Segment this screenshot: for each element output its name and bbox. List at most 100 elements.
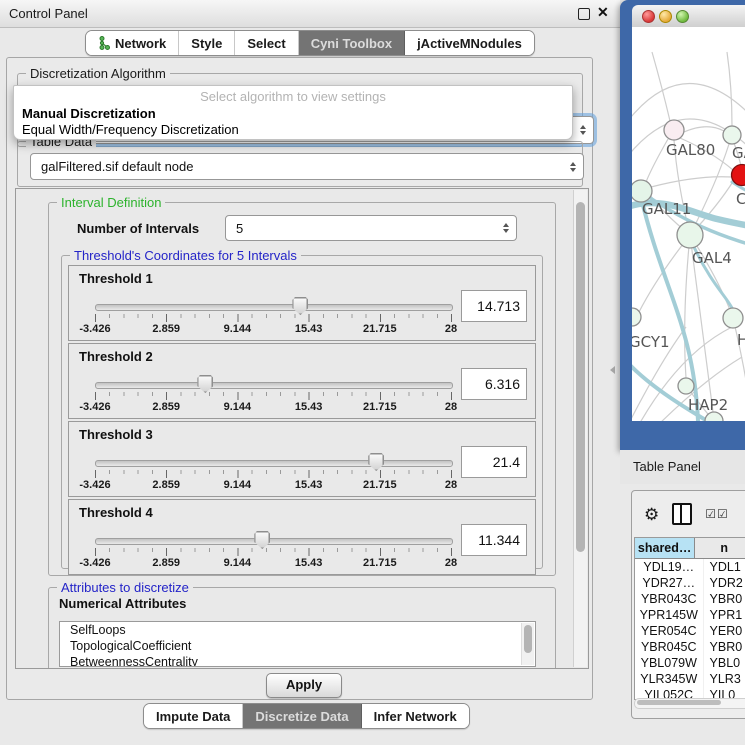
slider-thumb[interactable] [254, 531, 270, 549]
cell-name[interactable]: YER0 [704, 623, 745, 639]
table-row[interactable]: YBR045CYBR0 [635, 639, 745, 655]
cell-shared-name[interactable]: YBL079W [635, 655, 704, 671]
cell-name[interactable]: YBL0 [704, 655, 745, 671]
threshold-1-panel: Threshold 1 -3.4262.8599.14415.4321.7152… [68, 265, 536, 341]
zoom-traffic-light-icon[interactable] [676, 10, 689, 23]
node-gal80[interactable] [664, 120, 684, 140]
tab-cyni-toolbox-label: Cyni Toolbox [311, 36, 392, 51]
list-item-topologicalcoefficient[interactable]: TopologicalCoefficient [60, 638, 535, 654]
node-gal4[interactable] [677, 222, 703, 248]
gear-icon[interactable]: ⚙ [644, 506, 659, 523]
tab-impute-data[interactable]: Impute Data [144, 704, 243, 728]
cell-name[interactable]: YDR2 [704, 575, 745, 591]
network-canvas[interactable]: GAL80 GA C GAL11 GAL4 GCY1 H HAP2 [632, 27, 745, 421]
threshold-1-slider[interactable]: -3.4262.8599.14415.4321.71528 [95, 298, 451, 338]
threshold-3-value-field[interactable]: 21.4 [461, 446, 527, 478]
threshold-2-slider[interactable]: -3.4262.8599.14415.4321.71528 [95, 376, 451, 416]
slider-thumb[interactable] [292, 297, 308, 315]
table-row[interactable]: YLR345WYLR3 [635, 671, 745, 687]
table-panel-titlebar: Table Panel [620, 450, 745, 485]
slider-track[interactable] [95, 538, 453, 545]
menu-item-equal-width-frequency[interactable]: Equal Width/Frequency Discretization [14, 122, 572, 138]
number-of-intervals-combobox[interactable]: 5 [225, 215, 517, 241]
interval-definition-title: Interval Definition [57, 195, 165, 210]
algorithm-popup-hint: Select algorithm to view settings [14, 86, 572, 106]
cell-name[interactable]: YDL1 [704, 559, 745, 575]
slider-track[interactable] [95, 382, 453, 389]
node-table-container: ⚙ ☑☑ shared… n YDL19…YDL1YDR27…YDR2YBR04… [631, 490, 745, 719]
cell-name[interactable]: YLR3 [704, 671, 745, 687]
slider-thumb[interactable] [197, 375, 213, 393]
list-item-betweennesscentrality[interactable]: BetweennessCentrality [60, 654, 535, 667]
table-row[interactable]: YBL079WYBL0 [635, 655, 745, 671]
cell-name[interactable]: YBR0 [704, 591, 745, 607]
cell-name[interactable]: YBR0 [704, 639, 745, 655]
cell-name[interactable]: YPR1 [704, 607, 745, 623]
combo-arrows-icon [570, 162, 576, 172]
threshold-1-value-field[interactable]: 14.713 [461, 290, 527, 322]
close-traffic-light-icon[interactable] [642, 10, 655, 23]
tab-infer-network-label: Infer Network [374, 709, 457, 724]
float-window-icon[interactable] [578, 8, 590, 20]
cell-shared-name[interactable]: YPR145W [635, 607, 704, 623]
table-row[interactable]: YBR043CYBR0 [635, 591, 745, 607]
column-header-name[interactable]: n [695, 538, 745, 559]
attributes-list-scrollbar[interactable] [521, 623, 534, 665]
node-gal11[interactable] [632, 180, 652, 202]
tab-select[interactable]: Select [235, 31, 298, 55]
cell-shared-name[interactable]: YLR345W [635, 671, 704, 687]
panel-splitter-grip[interactable] [610, 366, 615, 374]
tab-jactivemnodules[interactable]: jActiveMNodules [405, 31, 534, 55]
tick-label: 15.43 [295, 479, 323, 491]
select-columns-checkboxes-icon[interactable]: ☑☑ [705, 507, 729, 521]
menu-item-manual-discretization[interactable]: Manual Discretization [14, 106, 572, 122]
table-horizontal-scrollbar[interactable] [634, 698, 745, 709]
slider-track[interactable] [95, 460, 453, 467]
cell-shared-name[interactable]: YER054C [635, 623, 704, 639]
table-row[interactable]: YDR27…YDR2 [635, 575, 745, 591]
columns-icon[interactable] [672, 503, 692, 525]
threshold-3-panel: Threshold 3 -3.4262.8599.14415.4321.7152… [68, 421, 536, 497]
tab-infer-network[interactable]: Infer Network [362, 704, 469, 728]
node-hap2[interactable] [678, 378, 694, 394]
threshold-2-value-field[interactable]: 6.316 [461, 368, 527, 400]
cell-shared-name[interactable]: YDR27… [635, 575, 704, 591]
threshold-3-slider[interactable]: -3.4262.8599.14415.4321.71528 [95, 454, 451, 494]
cell-shared-name[interactable]: YBR043C [635, 591, 704, 607]
apply-button[interactable]: Apply [266, 673, 342, 698]
tab-style[interactable]: Style [179, 31, 235, 55]
table-row[interactable]: YDL19…YDL1 [635, 559, 745, 575]
tick-label: 21.715 [363, 323, 397, 335]
slider-tick-labels: -3.4262.8599.14415.4321.71528 [95, 557, 451, 569]
settings-vertical-scrollbar[interactable] [573, 190, 587, 667]
tick-label: 2.859 [152, 479, 180, 491]
tab-discretize-data[interactable]: Discretize Data [243, 704, 361, 728]
slider-tick-labels: -3.4262.8599.14415.4321.71528 [95, 479, 451, 491]
node-label-gcy1: GCY1 [632, 333, 670, 351]
cell-shared-name[interactable]: YBR045C [635, 639, 704, 655]
slider-track[interactable] [95, 304, 453, 311]
node-top-right[interactable] [723, 126, 741, 144]
threshold-4-value-field[interactable]: 11.344 [461, 524, 527, 556]
tab-cyni-toolbox[interactable]: Cyni Toolbox [299, 31, 405, 55]
minimize-traffic-light-icon[interactable] [659, 10, 672, 23]
close-icon[interactable]: ✕ [597, 4, 609, 21]
tab-network[interactable]: Network [86, 31, 179, 55]
table-panel-title: Table Panel [633, 459, 701, 474]
table-data-combobox[interactable]: galFiltered.sif default node [30, 153, 584, 180]
column-header-shared-name[interactable]: shared… [635, 538, 695, 559]
cell-shared-name[interactable]: YDL19… [635, 559, 704, 575]
table-row[interactable]: YPR145WYPR1 [635, 607, 745, 623]
slider-thumb[interactable] [368, 453, 384, 471]
scrollbar-thumb[interactable] [576, 202, 585, 552]
node-right-mid[interactable] [723, 308, 743, 328]
scrollbar-thumb[interactable] [637, 700, 721, 705]
list-item-selfloops[interactable]: SelfLoops [60, 622, 535, 638]
slider-ticks [95, 314, 452, 322]
threshold-4-slider[interactable]: -3.4262.8599.14415.4321.71528 [95, 532, 451, 572]
tick-label: 9.144 [224, 401, 252, 413]
slider-tick-labels: -3.4262.8599.14415.4321.71528 [95, 323, 451, 335]
table-data-group: Table Data galFiltered.sif default node [17, 141, 583, 187]
settings-scroll-panel: Interval Definition Number of Intervals … [15, 188, 589, 669]
table-row[interactable]: YER054CYER0 [635, 623, 745, 639]
